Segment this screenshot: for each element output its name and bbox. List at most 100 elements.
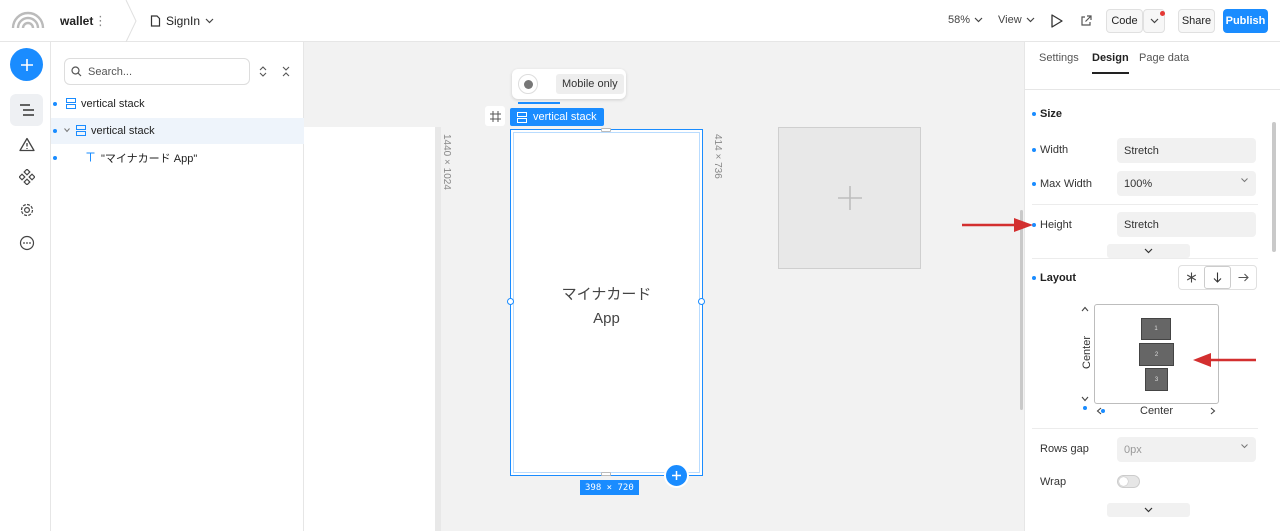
frame-icon[interactable] bbox=[485, 106, 505, 126]
size-section-title: Size bbox=[1040, 108, 1063, 120]
layout-free-button[interactable] bbox=[1179, 266, 1204, 289]
status-dot bbox=[1032, 276, 1036, 280]
chevron-down-icon bbox=[974, 17, 983, 23]
view-menu[interactable]: View bbox=[998, 14, 1035, 26]
plus-icon bbox=[837, 186, 862, 210]
warning-icon[interactable] bbox=[10, 128, 43, 160]
breadcrumb-separator bbox=[125, 0, 137, 42]
resize-handle-top[interactable] bbox=[601, 128, 611, 132]
chevron-down-icon[interactable] bbox=[64, 128, 70, 133]
chevron-right-icon[interactable] bbox=[1210, 407, 1216, 415]
toggle-icon[interactable] bbox=[518, 74, 538, 94]
app-title-text[interactable]: マイナカード App bbox=[514, 283, 699, 331]
tab-page-data[interactable]: Page data bbox=[1139, 52, 1189, 74]
collapse-all-icon[interactable] bbox=[282, 66, 290, 77]
search-icon bbox=[71, 66, 82, 77]
code-button[interactable]: Code bbox=[1106, 9, 1143, 33]
mobile-frame[interactable]: マイナカード App bbox=[510, 129, 703, 476]
annotation-arrow-height bbox=[962, 218, 1033, 232]
design-canvas[interactable]: 1440 × 1024 414 × 736 Mobile only vertic… bbox=[304, 42, 1024, 531]
breakpoint-indicator bbox=[518, 102, 560, 104]
height-field[interactable]: Stretch bbox=[1117, 212, 1256, 237]
notification-dot bbox=[1160, 11, 1165, 16]
panel-scrollbar[interactable] bbox=[1272, 122, 1276, 252]
chevron-down-icon bbox=[1241, 178, 1248, 183]
arrow-right-icon bbox=[1238, 273, 1249, 282]
add-icon bbox=[672, 471, 681, 480]
tab-design[interactable]: Design bbox=[1092, 52, 1129, 74]
size-more-button[interactable] bbox=[1107, 244, 1190, 258]
max-width-value: 100% bbox=[1124, 177, 1153, 190]
selection-tag[interactable]: vertical stack bbox=[510, 108, 604, 126]
layers-panel: vertical stack vertical stack "マイナカード Ap… bbox=[51, 42, 304, 531]
canvas-scrollbar[interactable] bbox=[1020, 210, 1023, 410]
max-width-select[interactable]: 100% bbox=[1117, 171, 1256, 196]
add-icon[interactable] bbox=[10, 48, 43, 81]
project-name[interactable]: wallet bbox=[60, 14, 93, 28]
vertical-align-value: Center bbox=[1081, 335, 1093, 369]
layers-icon[interactable] bbox=[10, 94, 43, 126]
layout-horizontal-button[interactable] bbox=[1231, 266, 1256, 289]
vertical-stack-selection[interactable]: マイナカード App bbox=[513, 132, 700, 473]
chevron-up-icon[interactable] bbox=[1081, 306, 1089, 312]
page-name: SignIn bbox=[166, 14, 201, 28]
settings-icon[interactable] bbox=[10, 194, 43, 226]
layout-item-1: 1 bbox=[1141, 318, 1171, 340]
vertical-align-label[interactable]: Center bbox=[1081, 336, 1093, 369]
mobile-size: 414 × 736 bbox=[712, 134, 723, 179]
wrap-toggle[interactable] bbox=[1117, 475, 1140, 488]
chevron-down-icon bbox=[205, 18, 214, 24]
tab-settings[interactable]: Settings bbox=[1039, 52, 1079, 74]
layout-more-button[interactable] bbox=[1107, 503, 1190, 517]
status-dot bbox=[53, 102, 57, 106]
open-external-icon[interactable] bbox=[1080, 15, 1092, 27]
layout-vertical-button[interactable] bbox=[1204, 266, 1231, 289]
annotation-arrow-layout bbox=[1193, 353, 1256, 367]
selection-size: 398 × 720 bbox=[585, 482, 634, 493]
wrap-label: Wrap bbox=[1040, 476, 1067, 488]
add-breakpoint-placeholder[interactable] bbox=[778, 127, 921, 269]
expand-all-icon[interactable] bbox=[259, 66, 267, 77]
resize-handle-left[interactable] bbox=[507, 298, 514, 305]
width-value: Stretch bbox=[1124, 144, 1159, 157]
more-icon[interactable] bbox=[10, 227, 43, 259]
layer-row[interactable]: vertical stack bbox=[51, 91, 304, 117]
chevron-down-icon bbox=[1026, 17, 1035, 23]
chevron-down-icon bbox=[1241, 444, 1248, 449]
resize-handle-bottom[interactable] bbox=[601, 472, 611, 476]
divider bbox=[1032, 204, 1258, 205]
width-field[interactable]: Stretch bbox=[1117, 138, 1256, 163]
zoom-selector[interactable]: 58% bbox=[948, 14, 983, 26]
publish-button[interactable]: Publish bbox=[1223, 9, 1268, 33]
mobile-only-toggle[interactable]: Mobile only bbox=[512, 69, 626, 99]
asterisk-icon bbox=[1186, 272, 1197, 283]
chevron-down-icon[interactable] bbox=[1081, 396, 1089, 402]
page-icon bbox=[150, 15, 161, 27]
divider bbox=[1032, 258, 1258, 259]
chevron-down-icon bbox=[1150, 18, 1158, 24]
add-element-button[interactable] bbox=[664, 463, 689, 488]
play-icon[interactable] bbox=[1051, 14, 1063, 28]
direction-selector[interactable] bbox=[1178, 265, 1257, 290]
code-label: Code bbox=[1111, 15, 1138, 27]
search-input[interactable] bbox=[88, 65, 238, 78]
project-menu-icon[interactable]: ⋮ bbox=[94, 13, 107, 29]
horizontal-align-label[interactable]: Center bbox=[1140, 405, 1173, 417]
view-label: View bbox=[998, 14, 1022, 26]
logo-icon bbox=[11, 11, 45, 29]
share-button[interactable]: Share bbox=[1178, 9, 1215, 33]
components-icon[interactable] bbox=[10, 161, 43, 193]
page-selector[interactable]: SignIn bbox=[150, 14, 214, 28]
rows-gap-select[interactable]: 0px bbox=[1117, 437, 1256, 462]
desktop-frame[interactable] bbox=[304, 127, 435, 531]
layer-row[interactable]: "マイナカード App" bbox=[51, 145, 304, 171]
layer-row-selected[interactable]: vertical stack bbox=[51, 118, 304, 144]
resize-handle-right[interactable] bbox=[698, 298, 705, 305]
rows-gap-value: 0px bbox=[1124, 443, 1142, 456]
layer-search[interactable] bbox=[64, 58, 250, 85]
rows-gap-label: Rows gap bbox=[1040, 443, 1089, 455]
stack-icon bbox=[517, 111, 527, 123]
arrow-down-icon bbox=[1213, 272, 1222, 283]
status-dot bbox=[1101, 409, 1105, 413]
zoom-value: 58% bbox=[948, 14, 971, 26]
